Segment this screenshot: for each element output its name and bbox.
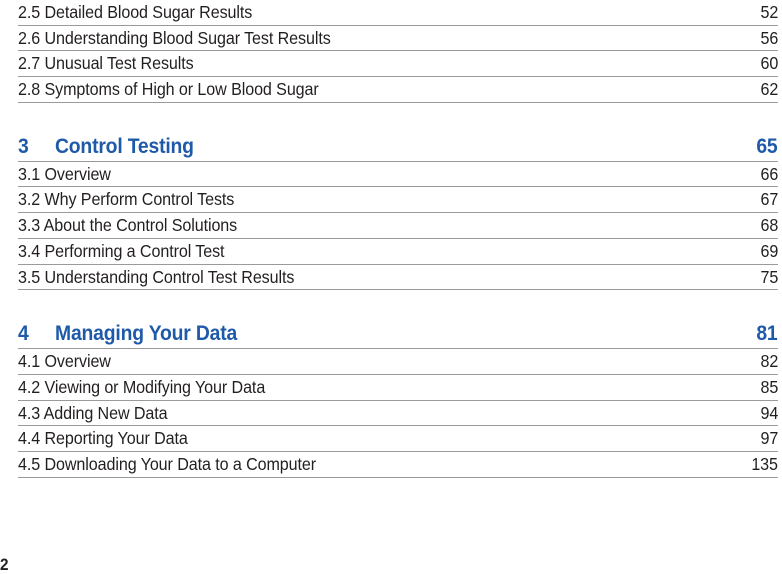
toc-entry-page: 85 [760, 376, 778, 397]
toc-entry[interactable]: 4.1 Overview 82 [18, 349, 778, 375]
toc-entry-page: 52 [760, 2, 778, 22]
toc-entry-label: 3.3 About the Control Solutions [18, 215, 238, 236]
page-folio: 2 [0, 555, 9, 574]
toc-entry-label: 3.2 Why Perform Control Tests [18, 189, 235, 210]
toc-entry-page: 69 [760, 240, 778, 261]
toc-entry[interactable]: 4.4 Reporting Your Data 97 [18, 426, 778, 452]
toc-group-2: 2.5 Detailed Blood Sugar Results 52 2.6 … [18, 0, 778, 103]
toc-entry-label: 2.5 Detailed Blood Sugar Results [18, 2, 253, 22]
toc-entry[interactable]: 3.1 Overview 66 [18, 162, 778, 188]
toc-entry-page: 68 [760, 215, 778, 236]
toc-entry[interactable]: 4.3 Adding New Data 94 [18, 401, 778, 427]
toc-entry-label: 4.4 Reporting Your Data [18, 428, 188, 449]
toc-chapter-heading-left: 3 Control Testing [18, 132, 209, 160]
toc-entry-label: 2.8 Symptoms of High or Low Blood Sugar [18, 79, 319, 100]
toc-entry-label: 4.2 Viewing or Modifying Your Data [18, 376, 266, 397]
toc-entry-page: 94 [760, 402, 778, 423]
toc-chapter-heading-left: 4 Managing Your Data [18, 319, 257, 347]
toc-entry[interactable]: 2.8 Symptoms of High or Low Blood Sugar … [18, 77, 778, 103]
toc-group-4: 4 Managing Your Data 81 4.1 Overview 82 … [18, 319, 778, 478]
toc-entry[interactable]: 3.4 Performing a Control Test 69 [18, 239, 778, 265]
toc-chapter-title: Control Testing [55, 133, 194, 158]
toc-chapter-page: 65 [756, 133, 778, 158]
toc-entry-page: 82 [760, 351, 778, 372]
toc-entry-page: 66 [760, 163, 778, 184]
toc-entry[interactable]: 4.2 Viewing or Modifying Your Data 85 [18, 375, 778, 401]
toc-entry-label: 3.4 Performing a Control Test [18, 240, 225, 261]
toc-chapter-heading[interactable]: 3 Control Testing 65 [18, 132, 778, 162]
toc-entry-label: 4.3 Adding New Data [18, 402, 168, 423]
toc-chapter-number: 4 [18, 321, 29, 346]
toc-chapter-number: 3 [18, 133, 29, 158]
toc-chapter-heading[interactable]: 4 Managing Your Data 81 [18, 319, 778, 350]
toc-entry-label: 4.1 Overview [18, 351, 111, 372]
toc-entry-page: 97 [760, 428, 778, 449]
toc-entry-label: 3.1 Overview [18, 163, 111, 184]
toc-entry-page: 62 [760, 79, 778, 100]
toc-group-3: 3 Control Testing 65 3.1 Overview 66 3.2… [18, 132, 778, 291]
table-of-contents-page: 2.5 Detailed Blood Sugar Results 52 2.6 … [0, 0, 782, 574]
toc-entry-label: 2.7 Unusual Test Results [18, 53, 194, 74]
toc-chapter-title: Managing Your Data [55, 321, 238, 346]
toc-entry-page: 67 [760, 189, 778, 210]
toc-entry-label: 2.6 Understanding Blood Sugar Test Resul… [18, 27, 331, 48]
toc-entry[interactable]: 2.6 Understanding Blood Sugar Test Resul… [18, 26, 778, 52]
toc-entry-page: 135 [751, 453, 778, 474]
toc-entry-label: 4.5 Downloading Your Data to a Computer [18, 453, 317, 474]
toc-entry-page: 75 [760, 266, 778, 287]
toc-entry[interactable]: 3.3 About the Control Solutions 68 [18, 213, 778, 239]
toc-entry[interactable]: 2.5 Detailed Blood Sugar Results 52 [18, 0, 778, 26]
toc-entry[interactable]: 3.5 Understanding Control Test Results 7… [18, 265, 778, 291]
toc-entry-page: 56 [760, 27, 778, 48]
toc-chapter-page: 81 [756, 321, 778, 346]
toc-entry-label: 3.5 Understanding Control Test Results [18, 266, 295, 287]
toc-entry[interactable]: 4.5 Downloading Your Data to a Computer … [18, 452, 778, 478]
toc-entry[interactable]: 2.7 Unusual Test Results 60 [18, 51, 778, 78]
toc-entry-page: 60 [760, 53, 778, 74]
toc-entry[interactable]: 3.2 Why Perform Control Tests 67 [18, 187, 778, 214]
